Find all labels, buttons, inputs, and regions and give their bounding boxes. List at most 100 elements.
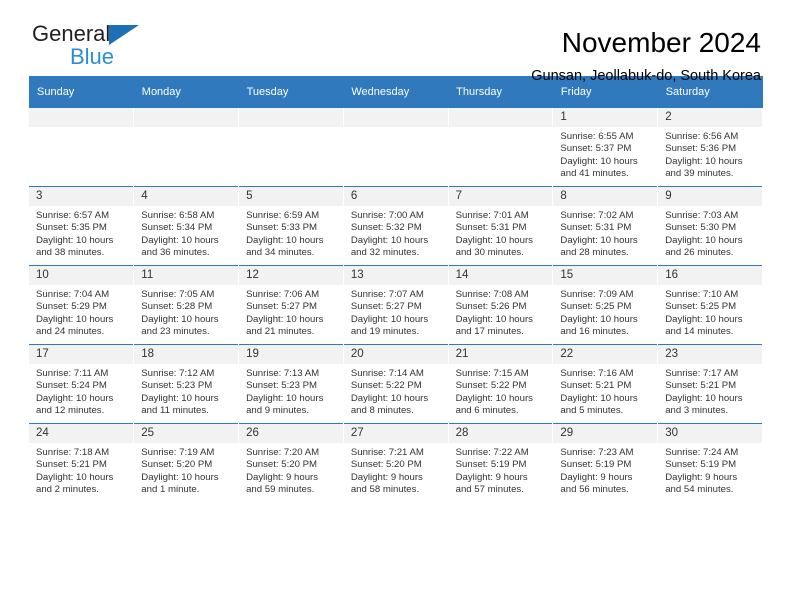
calendar-day-cell[interactable]: 17 Sunrise: 7:11 AM Sunset: 5:24 PM Dayligh… [29,344,135,424]
logo-general-text: General [32,21,111,46]
sunset-text: Sunset: 5:27 PM [350,301,422,313]
day-number: 18 [134,345,239,364]
page-subtitle: Gunsan, Jeollabuk-do, South Korea [531,68,761,84]
day-number: 3 [29,187,134,206]
calendar-day-cell[interactable]: 13 Sunrise: 7:07 AM Sunset: 5:27 PM Dayligh… [343,265,449,345]
day-number: 21 [448,345,553,364]
calendar-day-cell[interactable]: 12 Sunrise: 7:06 AM Sunset: 5:27 PM Dayligh… [238,265,344,345]
sunrise-text: Sunrise: 7:13 AM [246,368,320,379]
daylight-text-line2: and 24 minutes. [36,326,105,338]
sunrise-text: Sunrise: 7:10 AM [665,289,739,300]
day-number: 22 [553,345,658,364]
day-number: 27 [343,424,448,443]
day-details: Sunrise: 7:03 AM Sunset: 5:30 PM Daylight:… [658,206,762,260]
calendar-day-cell[interactable]: 14 Sunrise: 7:08 AM Sunset: 5:26 PM Dayligh… [448,265,554,345]
day-details: Sunrise: 6:57 AM Sunset: 5:35 PM Daylight:… [29,206,133,260]
calendar-day-cell[interactable]: 8 Sunrise: 7:02 AM Sunset: 5:31 PM Daylight… [552,186,659,266]
calendar-day-cell[interactable]: 26 Sunrise: 7:20 AM Sunset: 5:20 PM Dayligh… [238,423,344,502]
daylight-text-line2: and 23 minutes. [141,326,210,338]
day-details: Sunrise: 7:18 AM Sunset: 5:21 PM Daylight:… [29,443,133,497]
sunrise-text: Sunrise: 7:24 AM [665,447,739,458]
sunrise-text: Sunrise: 7:04 AM [36,289,110,300]
day-details [134,127,238,131]
daylight-text-line1: Daylight: 9 hours [455,471,528,483]
generalblue-logo[interactable]: General Blue [32,23,252,73]
calendar-day-cell[interactable]: 4 Sunrise: 6:58 AM Sunset: 5:34 PM Daylight… [133,186,240,266]
weekday-header-monday: Monday [133,76,239,108]
sunrise-text: Sunrise: 7:02 AM [560,210,634,221]
daylight-text-line1: Daylight: 10 hours [141,392,219,404]
day-details [29,127,133,131]
day-details: Sunrise: 6:55 AM Sunset: 5:37 PM Daylight:… [553,127,657,181]
calendar-day-cell[interactable]: 3 Sunrise: 6:57 AM Sunset: 5:35 PM Daylight… [29,186,135,266]
sunset-text: Sunset: 5:23 PM [246,380,317,392]
calendar-day-cell[interactable]: 20 Sunrise: 7:14 AM Sunset: 5:22 PM Dayligh… [343,344,449,424]
day-number: 10 [29,266,134,285]
sunset-text: Sunset: 5:29 PM [36,301,107,313]
day-details: Sunrise: 7:06 AM Sunset: 5:27 PM Daylight:… [239,285,343,339]
day-number: 7 [448,187,553,206]
day-details: Sunrise: 7:09 AM Sunset: 5:25 PM Daylight:… [553,285,657,339]
weekday-header-sunday: Sunday [29,76,134,108]
sunrise-text: Sunrise: 7:16 AM [560,368,634,379]
daylight-text-line1: Daylight: 10 hours [246,313,324,325]
sunrise-text: Sunrise: 7:21 AM [350,447,424,458]
calendar-body: 1 Sunrise: 6:55 AM Sunset: 5:37 PM Daylight… [29,108,763,502]
calendar-day-cell[interactable]: 28 Sunrise: 7:22 AM Sunset: 5:19 PM Dayligh… [448,423,554,502]
calendar-day-cell[interactable]: 21 Sunrise: 7:15 AM Sunset: 5:22 PM Dayligh… [448,344,554,424]
daylight-text-line1: Daylight: 9 hours [350,471,423,483]
logo-word-general: General [32,21,140,46]
day-details: Sunrise: 7:08 AM Sunset: 5:26 PM Daylight:… [449,285,553,339]
calendar-week-row: 3 Sunrise: 6:57 AM Sunset: 5:35 PM Daylight… [29,186,763,266]
calendar-cell-empty [133,108,240,187]
calendar-week-row: 24 Sunrise: 7:18 AM Sunset: 5:21 PM Dayligh… [29,423,763,502]
daylight-text-line2: and 39 minutes. [665,168,734,180]
calendar-day-cell[interactable]: 27 Sunrise: 7:21 AM Sunset: 5:20 PM Dayligh… [343,423,449,502]
calendar-day-cell[interactable]: 29 Sunrise: 7:23 AM Sunset: 5:19 PM Dayligh… [552,423,659,502]
sunrise-text: Sunrise: 7:00 AM [350,210,424,221]
calendar-day-cell[interactable]: 10 Sunrise: 7:04 AM Sunset: 5:29 PM Dayligh… [29,265,135,345]
sunrise-text: Sunrise: 7:09 AM [560,289,634,300]
daylight-text-line1: Daylight: 10 hours [665,313,743,325]
sunset-text: Sunset: 5:30 PM [665,222,737,234]
sunset-text: Sunset: 5:28 PM [141,301,213,313]
calendar-day-cell[interactable]: 19 Sunrise: 7:13 AM Sunset: 5:23 PM Dayligh… [238,344,344,424]
daylight-text-line2: and 21 minutes. [246,326,315,338]
day-number: 4 [134,187,239,206]
calendar-day-cell[interactable]: 2 Sunrise: 6:56 AM Sunset: 5:36 PM Daylight… [657,108,763,187]
calendar-day-cell[interactable]: 16 Sunrise: 7:10 AM Sunset: 5:25 PM Dayligh… [657,265,763,345]
day-details: Sunrise: 7:13 AM Sunset: 5:23 PM Daylight:… [239,364,343,418]
daylight-text-line2: and 1 minute. [141,484,200,496]
day-number: 26 [239,424,343,443]
calendar-day-cell[interactable]: 22 Sunrise: 7:16 AM Sunset: 5:21 PM Dayligh… [552,344,659,424]
daylight-text-line2: and 41 minutes. [560,168,629,180]
daylight-text-line1: Daylight: 10 hours [560,392,638,404]
daylight-text-line1: Daylight: 10 hours [350,392,429,404]
calendar-day-cell[interactable]: 25 Sunrise: 7:19 AM Sunset: 5:20 PM Dayligh… [133,423,240,502]
calendar-day-cell[interactable]: 6 Sunrise: 7:00 AM Sunset: 5:32 PM Daylight… [343,186,449,266]
calendar-day-cell[interactable]: 5 Sunrise: 6:59 AM Sunset: 5:33 PM Daylight… [238,186,344,266]
calendar-day-cell[interactable]: 30 Sunrise: 7:24 AM Sunset: 5:19 PM Dayligh… [657,423,763,502]
day-details: Sunrise: 7:10 AM Sunset: 5:25 PM Daylight:… [658,285,762,339]
sunrise-text: Sunrise: 7:17 AM [665,368,739,379]
calendar-day-cell[interactable]: 1 Sunrise: 6:55 AM Sunset: 5:37 PM Daylight… [552,108,659,187]
calendar-day-cell[interactable]: 11 Sunrise: 7:05 AM Sunset: 5:28 PM Dayligh… [133,265,240,345]
sunrise-text: Sunrise: 6:59 AM [246,210,320,221]
daylight-text-line1: Daylight: 10 hours [665,392,743,404]
sunset-text: Sunset: 5:31 PM [560,222,632,234]
sunset-text: Sunset: 5:19 PM [455,459,527,471]
daylight-text-line2: and 28 minutes. [560,247,629,259]
calendar-day-cell[interactable]: 9 Sunrise: 7:03 AM Sunset: 5:30 PM Daylight… [657,186,763,266]
day-number: 30 [658,424,762,443]
calendar-day-cell[interactable]: 18 Sunrise: 7:12 AM Sunset: 5:23 PM Dayligh… [133,344,240,424]
sunset-text: Sunset: 5:20 PM [141,459,213,471]
sunrise-text: Sunrise: 7:22 AM [455,447,529,458]
calendar-day-cell[interactable]: 15 Sunrise: 7:09 AM Sunset: 5:25 PM Dayligh… [552,265,659,345]
calendar-day-cell[interactable]: 7 Sunrise: 7:01 AM Sunset: 5:31 PM Daylight… [448,186,554,266]
daylight-text-line2: and 30 minutes. [455,247,524,259]
day-number: 8 [553,187,658,206]
calendar-day-cell[interactable]: 24 Sunrise: 7:18 AM Sunset: 5:21 PM Dayligh… [29,423,135,502]
calendar-day-cell[interactable]: 23 Sunrise: 7:17 AM Sunset: 5:21 PM Dayligh… [657,344,763,424]
calendar-table: Sunday Monday Tuesday Wednesday Thursday… [29,76,763,502]
day-number: 9 [658,187,762,206]
